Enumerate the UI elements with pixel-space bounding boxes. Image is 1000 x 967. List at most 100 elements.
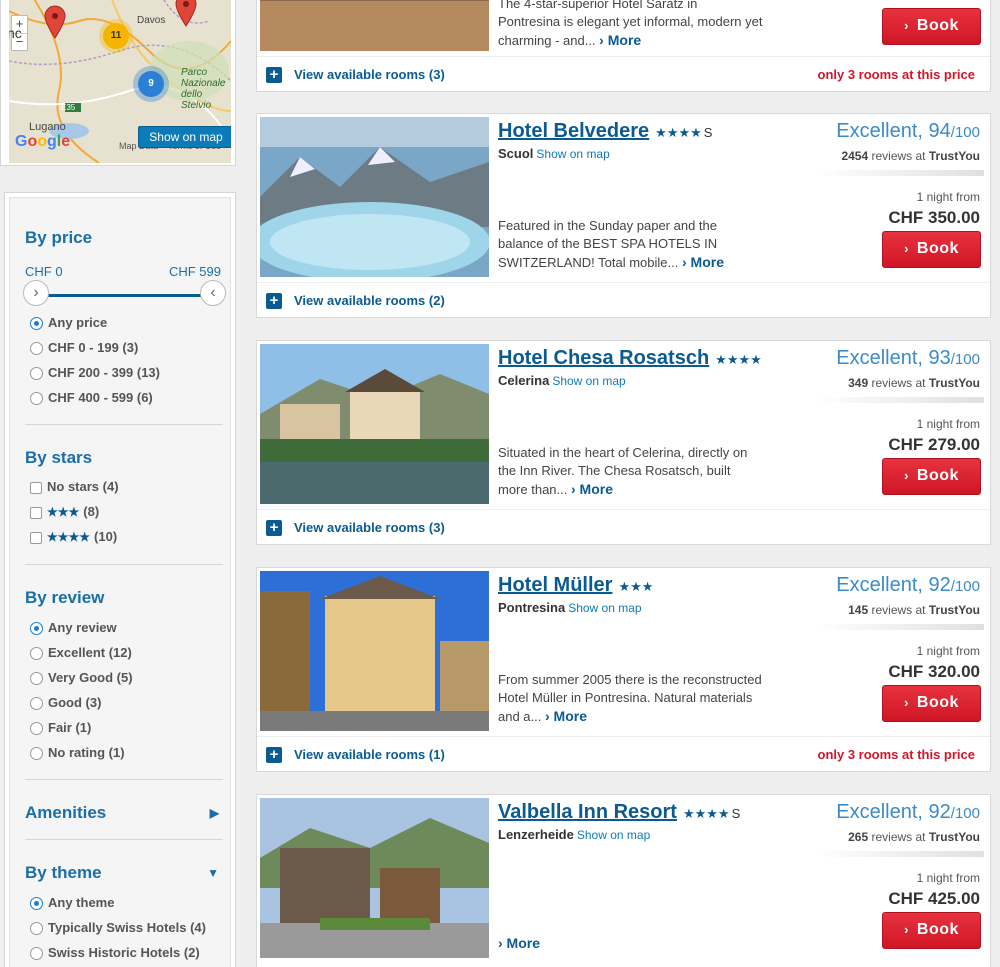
hotel-name-link[interactable]: Hotel Chesa Rosatsch xyxy=(498,347,709,370)
price-option[interactable]: CHF 0 - 199 (3) xyxy=(30,339,138,355)
hotel-name-link[interactable]: Hotel Müller xyxy=(498,574,612,597)
price-option[interactable]: CHF 200 - 399 (13) xyxy=(30,364,160,380)
expand-plus-icon[interactable]: + xyxy=(266,747,282,763)
rooms-row: + View available rooms (3) only 3 rooms … xyxy=(257,56,990,92)
book-button[interactable]: › Book xyxy=(882,685,981,722)
stars-option[interactable]: No stars (4) xyxy=(30,479,119,494)
divider xyxy=(814,397,984,403)
expand-plus-icon[interactable]: + xyxy=(266,520,282,536)
theme-option[interactable]: Swiss Historic Hotels (2) xyxy=(30,944,200,960)
map-cluster-marker[interactable]: 11 xyxy=(103,23,129,49)
review-option[interactable]: Excellent (12) xyxy=(30,644,132,660)
radio-icon[interactable] xyxy=(30,392,43,405)
hotel-photo[interactable] xyxy=(260,344,489,504)
price-slider-track[interactable] xyxy=(32,294,212,297)
review-count[interactable]: 145 reviews at TrustYou xyxy=(848,603,980,617)
theme-option[interactable]: Typically Swiss Hotels (4) xyxy=(30,919,206,935)
review-count[interactable]: 349 reviews at TrustYou xyxy=(848,376,980,390)
superior-badge: S xyxy=(731,806,741,821)
hotel-card: Valbella Inn Resort ★★★★ S Lenzerheide Sh… xyxy=(256,794,991,967)
radio-icon[interactable] xyxy=(30,647,43,660)
theme-option[interactable]: Any theme xyxy=(30,894,114,910)
review-option[interactable]: Very Good (5) xyxy=(30,669,133,685)
show-on-map-link[interactable]: Show on map xyxy=(536,147,609,161)
theme-filter-toggle[interactable]: By theme ▼ xyxy=(25,863,223,883)
more-link[interactable]: › More xyxy=(682,254,724,270)
expand-plus-icon[interactable]: + xyxy=(266,67,282,83)
checkbox-icon[interactable] xyxy=(30,507,42,519)
stars-option[interactable]: ★★★★ (10) xyxy=(30,529,117,544)
rooms-row: + View available rooms (1) only 3 rooms … xyxy=(257,736,990,772)
night-label: 1 night from xyxy=(916,417,980,431)
more-link[interactable]: › More xyxy=(545,708,587,724)
hotel-name-row: Hotel Müller ★★★ xyxy=(498,574,653,597)
hotel-description: The 4-star-superior Hotel Saratz in Pont… xyxy=(498,0,763,48)
view-rooms-link[interactable]: View available rooms (1) xyxy=(294,747,445,762)
hotel-name-link[interactable]: Valbella Inn Resort xyxy=(498,801,677,824)
hotel-city: Lenzerheide xyxy=(498,827,574,842)
radio-icon[interactable] xyxy=(30,342,43,355)
review-count[interactable]: 2454 reviews at TrustYou xyxy=(841,149,980,163)
radio-icon[interactable] xyxy=(30,622,43,635)
show-on-map-button[interactable]: Show on map xyxy=(138,126,231,148)
review-score: Excellent, 92/100 xyxy=(836,801,980,823)
view-rooms-link[interactable]: View available rooms (2) xyxy=(294,293,445,308)
checkbox-icon[interactable] xyxy=(30,482,42,494)
radio-icon[interactable] xyxy=(30,367,43,380)
hotel-photo[interactable] xyxy=(260,798,489,958)
hotel-name-link[interactable]: Hotel Belvedere xyxy=(498,120,649,143)
book-button[interactable]: › Book xyxy=(882,912,981,949)
map-label: E35 xyxy=(61,103,76,112)
radio-icon[interactable] xyxy=(30,922,43,935)
price-option[interactable]: CHF 400 - 599 (6) xyxy=(30,389,153,405)
radio-icon[interactable] xyxy=(30,947,43,960)
radio-icon[interactable] xyxy=(30,747,43,760)
price-option[interactable]: Any price xyxy=(30,314,107,330)
show-on-map-link[interactable]: Show on map xyxy=(577,828,650,842)
hotel-photo[interactable] xyxy=(260,571,489,731)
review-option[interactable]: No rating (1) xyxy=(30,744,125,760)
expand-plus-icon[interactable]: + xyxy=(266,293,282,309)
map-marker-icon[interactable] xyxy=(175,0,197,27)
review-option[interactable]: Any review xyxy=(30,619,117,635)
star-rating-icon: ★★★★ xyxy=(655,125,702,140)
book-button[interactable]: › Book xyxy=(882,8,981,45)
stars-option[interactable]: ★★★ (8) xyxy=(30,504,99,519)
checkbox-icon[interactable] xyxy=(30,532,42,544)
show-on-map-link[interactable]: Show on map xyxy=(568,601,641,615)
review-option[interactable]: Fair (1) xyxy=(30,719,91,735)
hotel-photo[interactable] xyxy=(260,117,489,277)
map-marker-icon[interactable] xyxy=(44,5,66,39)
more-link[interactable]: › More xyxy=(571,481,613,497)
view-rooms-link[interactable]: View available rooms (3) xyxy=(294,520,445,535)
divider xyxy=(814,624,984,630)
book-button[interactable]: › Book xyxy=(882,458,981,495)
book-button[interactable]: › Book xyxy=(882,231,981,268)
map-panel: + − 11 9 Davos Parco Nazionale dello Ste… xyxy=(0,0,236,166)
star-rating-icon: ★★★ xyxy=(47,504,80,519)
view-rooms-link[interactable]: View available rooms (3) xyxy=(294,67,445,82)
amenities-filter-toggle[interactable]: Amenities ▶ xyxy=(25,803,223,823)
hotel-map[interactable]: + − 11 9 Davos Parco Nazionale dello Ste… xyxy=(9,0,231,163)
more-link[interactable]: › More xyxy=(498,935,540,951)
night-label: 1 night from xyxy=(916,871,980,885)
more-link[interactable]: › More xyxy=(599,32,641,48)
radio-icon[interactable] xyxy=(30,317,43,330)
map-label: Davos xyxy=(137,15,166,26)
price-min: CHF 0 xyxy=(25,264,63,279)
radio-icon[interactable] xyxy=(30,697,43,710)
hotel-city: Scuol xyxy=(498,146,534,161)
radio-icon[interactable] xyxy=(30,672,43,685)
radio-icon[interactable] xyxy=(30,722,43,735)
hotel-price: CHF 425.00 xyxy=(888,889,980,908)
price-max: CHF 599 xyxy=(168,264,221,279)
slider-max-handle[interactable]: ‹ xyxy=(200,280,226,306)
map-cluster-marker[interactable]: 9 xyxy=(138,71,164,97)
slider-min-handle[interactable]: › xyxy=(23,280,49,306)
radio-icon[interactable] xyxy=(30,897,43,910)
review-option[interactable]: Good (3) xyxy=(30,694,101,710)
show-on-map-link[interactable]: Show on map xyxy=(552,374,625,388)
hotel-photo[interactable] xyxy=(260,0,489,51)
review-count[interactable]: 265 reviews at TrustYou xyxy=(848,830,980,844)
hotel-price: CHF 350.00 xyxy=(888,208,980,227)
